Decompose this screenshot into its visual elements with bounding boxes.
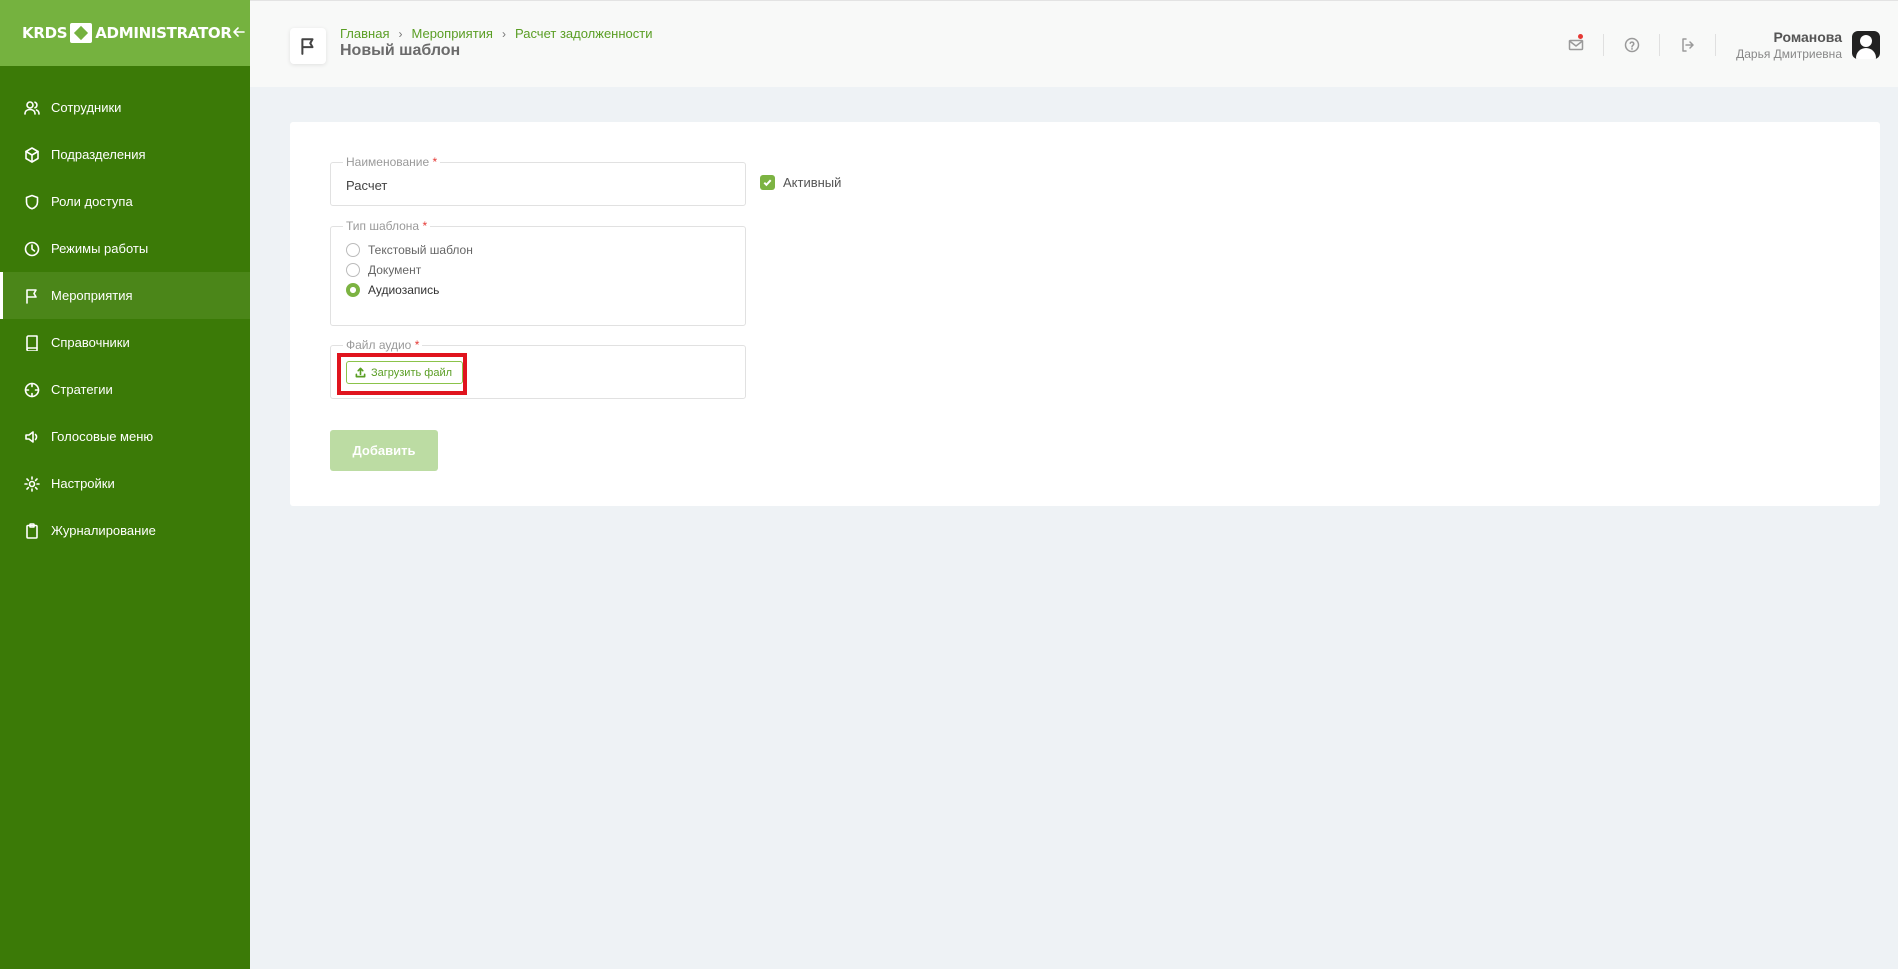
collapse-sidebar-button[interactable] (232, 23, 246, 44)
sidebar-item-label: Режимы работы (51, 241, 149, 256)
template-type-label: Тип шаблона * (343, 219, 431, 233)
mail-button[interactable] (1548, 33, 1605, 56)
help-icon (1624, 37, 1639, 52)
template-type-field: Тип шаблона * Текстовый шаблон Документ … (330, 219, 746, 326)
arrow-left-icon (232, 26, 245, 37)
radio-label: Текстовый шаблон (368, 243, 473, 257)
upload-icon (355, 367, 366, 378)
breadcrumb-separator-icon: › (398, 26, 403, 41)
sidebar-item-label: Роли доступа (51, 194, 133, 209)
radio-unchecked-icon[interactable] (346, 243, 360, 257)
sidebar-item-label: Сотрудники (51, 100, 122, 115)
logout-button[interactable] (1660, 33, 1717, 56)
crosshair-icon (24, 382, 40, 398)
user-info[interactable]: Романова Дарья Дмитриевна (1736, 29, 1842, 61)
template-type-label-text: Тип шаблона (346, 219, 420, 233)
sidebar-item-label: Стратегии (51, 382, 113, 397)
sidebar-item-label: Голосовые меню (51, 429, 154, 444)
logout-icon (1681, 37, 1694, 52)
flag-icon (301, 38, 314, 55)
top-bar: Главная › Мероприятия › Расчет задолженн… (250, 0, 1898, 87)
name-field[interactable]: Наименование * Расчет (330, 155, 746, 206)
upload-button-label: Загрузить файл (371, 366, 453, 379)
sidebar-header: KRDS ADMINISTRATOR (0, 0, 250, 66)
required-mark: * (422, 219, 428, 233)
logo-text-left: KRDS (22, 24, 68, 42)
required-mark: * (414, 338, 420, 352)
app-logo[interactable]: KRDS ADMINISTRATOR (22, 23, 232, 43)
notification-dot (1578, 33, 1584, 39)
sidebar-item-departments[interactable]: Подразделения (0, 131, 250, 178)
breadcrumb-home[interactable]: Главная (340, 26, 389, 41)
cube-icon (24, 146, 40, 163)
audio-file-field: Файл аудио * Загрузить файл (330, 338, 746, 399)
required-mark: * (432, 155, 438, 169)
clock-icon (24, 241, 40, 257)
sidebar-item-logging[interactable]: Журналирование (0, 507, 250, 554)
sidebar-item-events[interactable]: Мероприятия (0, 272, 250, 319)
sidebar-nav: Сотрудники Подразделения Роли доступа Ре… (0, 84, 250, 554)
radio-text-template[interactable]: Текстовый шаблон (346, 243, 473, 257)
name-field-label: Наименование * (343, 155, 441, 169)
mail-icon (1568, 39, 1583, 50)
logo-text-right: ADMINISTRATOR (95, 24, 232, 42)
sidebar-item-label: Настройки (51, 476, 115, 491)
template-form-card: Наименование * Расчет Активный Тип шабло… (290, 122, 1880, 506)
sidebar: KRDS ADMINISTRATOR Сотрудники Подразделе… (0, 0, 250, 969)
sidebar-item-label: Журналирование (51, 523, 156, 538)
add-button[interactable]: Добавить (330, 430, 438, 471)
breadcrumb-separator-icon: › (501, 26, 506, 41)
radio-label: Документ (368, 263, 422, 277)
logo-cube-icon (70, 23, 93, 43)
avatar[interactable] (1852, 30, 1880, 59)
radio-audio[interactable]: Аудиозапись (346, 283, 439, 297)
name-input-value[interactable]: Расчет (346, 178, 387, 193)
breadcrumb-events[interactable]: Мероприятия (411, 26, 493, 41)
sidebar-item-settings[interactable]: Настройки (0, 460, 250, 507)
sidebar-item-employees[interactable]: Сотрудники (0, 84, 250, 131)
page-icon (290, 28, 326, 64)
audio-label-text: Файл аудио (346, 338, 412, 352)
breadcrumb-debt-calculation[interactable]: Расчет задолженности (515, 26, 653, 41)
gear-icon (24, 475, 40, 492)
sidebar-item-label: Справочники (51, 335, 130, 350)
radio-checked-icon[interactable] (346, 283, 360, 297)
sidebar-item-voice-menus[interactable]: Голосовые меню (0, 413, 250, 460)
sidebar-item-work-modes[interactable]: Режимы работы (0, 225, 250, 272)
header-tools: Романова Дарья Дмитриевна (1548, 1, 1898, 88)
shield-icon (24, 194, 40, 210)
user-first-name: Дарья Дмитриевна (1736, 46, 1842, 61)
radio-document[interactable]: Документ (346, 263, 421, 277)
book-icon (24, 334, 40, 351)
radio-label: Аудиозапись (368, 283, 440, 297)
checkbox-checked-icon[interactable] (760, 175, 775, 190)
sidebar-item-access-roles[interactable]: Роли доступа (0, 178, 250, 225)
flag-icon (24, 288, 40, 304)
users-icon (24, 100, 40, 116)
speaker-icon (24, 429, 40, 445)
sidebar-item-label: Подразделения (51, 147, 146, 162)
radio-unchecked-icon[interactable] (346, 263, 360, 277)
breadcrumb: Главная › Мероприятия › Расчет задолженн… (340, 26, 652, 41)
user-last-name: Романова (1773, 28, 1842, 45)
help-button[interactable] (1604, 33, 1661, 56)
clipboard-icon (24, 522, 40, 539)
page-title: Новый шаблон (340, 42, 461, 59)
active-checkbox-label: Активный (783, 175, 842, 190)
audio-file-label: Файл аудио * (343, 338, 423, 352)
upload-file-button[interactable]: Загрузить файл (346, 361, 464, 384)
active-checkbox[interactable]: Активный (760, 175, 841, 190)
sidebar-item-strategies[interactable]: Стратегии (0, 366, 250, 413)
sidebar-item-label: Мероприятия (51, 288, 133, 303)
sidebar-item-directories[interactable]: Справочники (0, 319, 250, 366)
name-label-text: Наименование (346, 155, 430, 169)
